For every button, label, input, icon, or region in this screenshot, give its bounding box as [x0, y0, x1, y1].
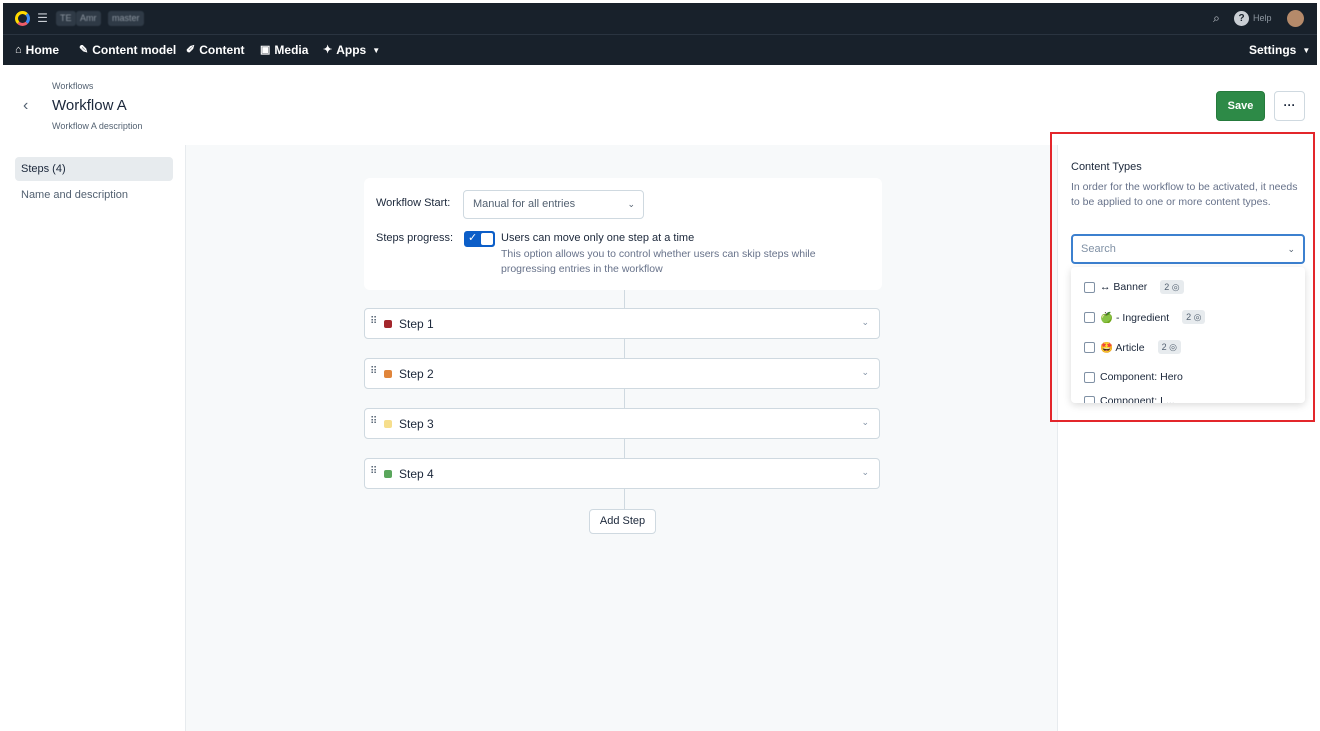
nav-content-model-label: Content model — [92, 43, 177, 57]
image-icon: ▣ — [260, 44, 271, 56]
nav-content-model[interactable]: ✎ Content model — [79, 35, 176, 66]
sidebar: Steps (4) Name and description — [3, 145, 186, 731]
chevron-down-icon[interactable]: ⌄ — [861, 367, 869, 378]
step-connector — [624, 389, 625, 408]
checkmark-icon: ✓ — [468, 232, 478, 244]
step-card[interactable]: ⠿ Step 3 ⌄ — [364, 408, 880, 439]
steps-progress-label: Steps progress: — [376, 232, 454, 244]
home-icon: ⌂ — [15, 44, 22, 56]
chevron-down-icon: ▼ — [372, 46, 381, 55]
nav-apps-label: Apps — [336, 43, 367, 57]
step-color-dot — [384, 320, 392, 328]
drag-handle-icon[interactable]: ⠿ — [370, 366, 377, 377]
app-frame: ☰ TE Amr master ⌕ ? Help ⌂ Home ✎ Conten… — [3, 3, 1317, 731]
breadcrumb[interactable]: Workflows — [52, 81, 93, 91]
chevron-down-icon[interactable]: ⌄ — [861, 417, 869, 428]
step-connector — [624, 489, 625, 509]
drag-handle-icon[interactable]: ⠿ — [370, 466, 377, 477]
page-title: Workflow A — [52, 97, 127, 114]
org-chip[interactable]: Amr — [76, 11, 101, 26]
pencil-icon: ✐ — [186, 44, 196, 56]
step-name: Step 2 — [399, 367, 434, 381]
search-icon[interactable]: ⌕ — [1209, 11, 1224, 26]
step-connector — [624, 439, 625, 458]
save-button[interactable]: Save — [1216, 91, 1265, 121]
contentful-logo-icon[interactable] — [15, 11, 30, 26]
wrench-icon: ✎ — [79, 44, 89, 56]
step-color-dot — [384, 470, 392, 478]
steps-progress-help: This option allows you to control whethe… — [501, 248, 816, 275]
help-icon[interactable]: ? — [1234, 11, 1249, 26]
step-card[interactable]: ⠿ Step 2 ⌄ — [364, 358, 880, 389]
nav-content[interactable]: ✐ Content — [186, 35, 245, 66]
menu-icon[interactable]: ☰ — [35, 11, 50, 26]
step-name: Step 3 — [399, 417, 434, 431]
avatar[interactable] — [1287, 10, 1304, 27]
chevron-down-icon[interactable]: ⌄ — [861, 317, 869, 328]
workflow-canvas: Workflow Start: Manual for all entries ⌄… — [186, 145, 1058, 731]
chevron-down-icon: ▼ — [1302, 46, 1311, 55]
drag-handle-icon[interactable]: ⠿ — [370, 316, 377, 327]
chevron-down-icon: ⌄ — [627, 199, 635, 209]
puzzle-icon: ✦ — [323, 44, 333, 56]
nav-settings[interactable]: Settings ▼ — [1249, 35, 1310, 66]
sidebar-item-steps[interactable]: Steps (4) — [15, 157, 173, 181]
nav-apps[interactable]: ✦ Apps ▼ — [323, 35, 380, 66]
chevron-down-icon[interactable]: ⌄ — [861, 467, 869, 478]
workflow-start-value: Manual for all entries — [473, 198, 576, 210]
step-connector — [624, 339, 625, 358]
step-color-dot — [384, 370, 392, 378]
nav-media-label: Media — [274, 43, 309, 57]
step-card[interactable]: ⠿ Step 1 ⌄ — [364, 308, 880, 339]
environment-chip[interactable]: master — [108, 11, 144, 26]
workflow-settings-card: Workflow Start: Manual for all entries ⌄… — [364, 178, 882, 290]
highlight-box — [1050, 132, 1315, 422]
steps-progress-toggle[interactable]: ✓ — [464, 231, 495, 247]
nav-home-label: Home — [25, 43, 59, 57]
toggle-knob — [481, 233, 493, 245]
step-card[interactable]: ⠿ Step 4 ⌄ — [364, 458, 880, 489]
step-name: Step 1 — [399, 317, 434, 331]
step-name: Step 4 — [399, 467, 434, 481]
step-color-dot — [384, 420, 392, 428]
nav-home[interactable]: ⌂ Home — [15, 35, 59, 66]
add-step-button[interactable]: Add Step — [589, 509, 656, 534]
main-nav: ⌂ Home ✎ Content model ✐ Content ▣ Media… — [3, 34, 1317, 65]
sidebar-item-name-description[interactable]: Name and description — [15, 183, 173, 207]
nav-settings-label: Settings — [1249, 43, 1297, 57]
drag-handle-icon[interactable]: ⠿ — [370, 416, 377, 427]
space-chip[interactable]: TE — [56, 11, 76, 26]
steps-progress-title: Users can move only one step at a time — [501, 232, 695, 244]
workflow-start-label: Workflow Start: — [376, 197, 451, 209]
more-actions-button[interactable]: ··· — [1274, 91, 1305, 121]
top-bar: ☰ TE Amr master ⌕ ? Help — [3, 3, 1317, 34]
back-arrow-icon[interactable]: ‹ — [23, 97, 28, 115]
page-description: Workflow A description — [52, 121, 143, 131]
nav-media[interactable]: ▣ Media — [260, 35, 308, 66]
help-label[interactable]: Help — [1253, 13, 1272, 23]
step-connector — [624, 290, 625, 308]
workflow-start-select[interactable]: Manual for all entries ⌄ — [463, 190, 644, 219]
nav-content-label: Content — [199, 43, 245, 57]
